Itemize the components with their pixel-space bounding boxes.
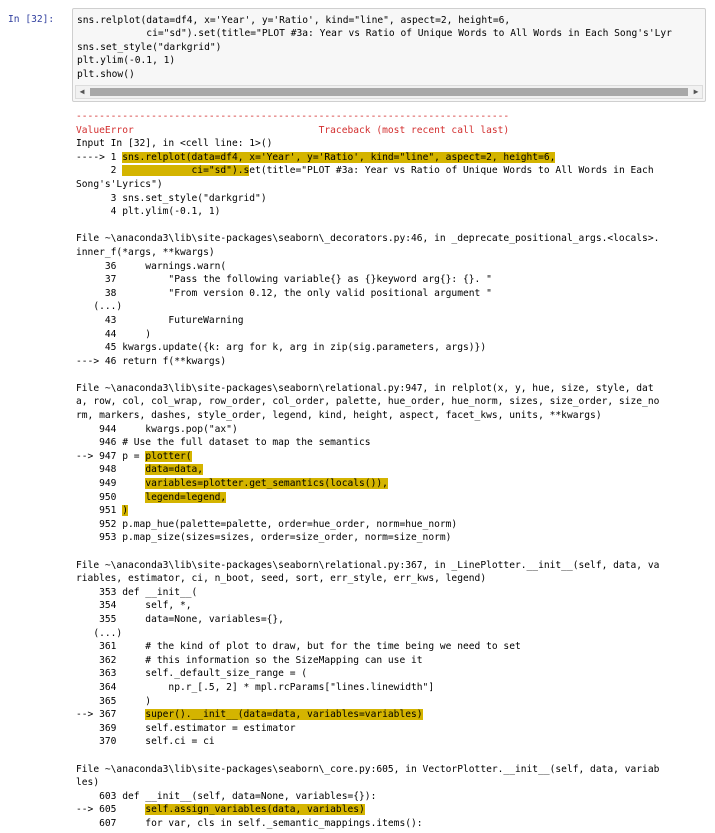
output-line: ----> 1 sns.relplot(data=df4, x='Year', … (76, 151, 556, 163)
output-line: 361 # the kind of plot to draw, but for … (76, 641, 521, 653)
output-line: 365 ) (76, 695, 152, 707)
output-line: 363 self._default_size_range = ( (76, 668, 308, 680)
output-line: 370 self.ci = ci (76, 736, 215, 748)
code-line[interactable]: sns.set_style("darkgrid") (77, 41, 705, 54)
output-line: 355 data=None, variables={}, (76, 613, 284, 625)
output-line: ----------------------------------------… (76, 111, 510, 122)
output-line: a, row, col, col_wrap, row_order, col_or… (76, 396, 660, 408)
output-line: 36 warnings.warn( (76, 260, 227, 272)
output-line: 38 "From version 0.12, the only valid po… (76, 287, 492, 299)
output-line: 950 legend=legend, (76, 491, 227, 503)
error-highlight: super().__init__(data=data, variables=va… (145, 709, 423, 721)
code-cell-input[interactable]: sns.relplot(data=df4, x='Year', y='Ratio… (72, 8, 706, 102)
output-line: --> 367 super().__init__(data=data, vari… (76, 709, 423, 721)
scroll-left-icon[interactable]: ◀ (76, 86, 88, 98)
scroll-right-icon[interactable]: ▶ (690, 86, 702, 98)
output-line: 607 for var, cls in self._semantic_mappi… (76, 817, 423, 829)
output-line: (...) (76, 301, 123, 313)
error-highlight: legend=legend, (145, 491, 227, 503)
output-line: 2 ci="sd").set(title="PLOT #3a: Year vs … (76, 165, 654, 177)
horizontal-scrollbar[interactable]: ◀ ▶ (75, 85, 703, 99)
cell-output-traceback: ----------------------------------------… (76, 110, 708, 830)
output-line: 353 def __init__( (76, 586, 198, 598)
output-line: --> 947 p = plotter( (76, 450, 192, 462)
output-line: 354 self, *, (76, 600, 192, 612)
output-line: ---> 46 return f(**kwargs) (76, 355, 227, 367)
output-line: 951 ) (76, 505, 128, 517)
output-line: 364 np.r_[.5, 2] * mpl.rcParams["lines.l… (76, 681, 435, 693)
output-line: 946 # Use the full dataset to map the se… (76, 437, 371, 449)
code-line[interactable]: sns.relplot(data=df4, x='Year', y='Ratio… (77, 14, 705, 27)
output-line: File ~\anaconda3\lib\site-packages\seabo… (76, 233, 660, 245)
output-line: (...) (76, 627, 123, 639)
output-line: --> 605 self.assign_variables(data, vari… (76, 804, 365, 816)
output-line: File ~\anaconda3\lib\site-packages\seabo… (76, 382, 654, 394)
output-line: 953 p.map_size(sizes=sizes, order=size_o… (76, 532, 452, 544)
output-line: 362 # this information so the SizeMappin… (76, 654, 423, 666)
error-highlight: self.assign_variables(data, variables) (145, 804, 365, 816)
error-highlight: ci="sd").s (122, 165, 250, 177)
output-line: 3 sns.set_style("darkgrid") (76, 192, 267, 204)
output-blank-line (76, 749, 708, 763)
output-line: 4 plt.ylim(-0.1, 1) (76, 206, 221, 218)
output-line: 603 def __init__(self, data=None, variab… (76, 790, 377, 802)
code-line[interactable]: ci="sd").set(title="PLOT #3a: Year vs Ra… (77, 27, 705, 40)
code-line[interactable]: plt.show() (77, 68, 705, 81)
output-line: rm, markers, dashes, style_order, legend… (76, 410, 602, 422)
output-line: 44 ) (76, 328, 152, 340)
error-highlight: variables=plotter.get_semantics(locals()… (145, 478, 388, 490)
output-blank-line (76, 545, 708, 559)
output-line: riables, estimator, ci, n_boot, seed, so… (76, 573, 487, 585)
output-line: 369 self.estimator = estimator (76, 722, 296, 734)
cell-prompt: In [32]: (8, 14, 55, 25)
error-highlight: data=data, (145, 464, 204, 476)
scrollbar-thumb[interactable] (90, 88, 688, 96)
output-line: Input In [32], in <cell line: 1>() (76, 138, 273, 150)
output-line: les) (76, 777, 100, 789)
output-blank-line (76, 219, 708, 233)
output-line: Song's'Lyrics") (76, 178, 163, 190)
code-line[interactable]: plt.ylim(-0.1, 1) (77, 54, 705, 67)
output-line: 949 variables=plotter.get_semantics(loca… (76, 478, 388, 490)
output-line: 952 p.map_hue(palette=palette, order=hue… (76, 518, 458, 530)
output-line: inner_f(*args, **kwargs) (76, 246, 215, 258)
output-line: File ~\anaconda3\lib\site-packages\seabo… (76, 763, 660, 775)
error-highlight: ) (122, 505, 128, 517)
error-highlight: sns.relplot(data=df4, x='Year', y='Ratio… (122, 151, 556, 163)
error-highlight: plotter( (145, 450, 192, 462)
output-line: 45 kwargs.update({k: arg for k, arg in z… (76, 342, 487, 354)
output-line: ValueError Traceback (most recent call l… (76, 124, 510, 136)
output-blank-line (76, 368, 708, 382)
output-line: File ~\anaconda3\lib\site-packages\seabo… (76, 559, 660, 571)
code-editor[interactable]: sns.relplot(data=df4, x='Year', y='Ratio… (77, 14, 705, 81)
output-line: 43 FutureWarning (76, 314, 244, 326)
output-line: 948 data=data, (76, 464, 204, 476)
output-line: 37 "Pass the following variable{} as {}k… (76, 274, 492, 286)
output-line: 944 kwargs.pop("ax") (76, 423, 238, 435)
